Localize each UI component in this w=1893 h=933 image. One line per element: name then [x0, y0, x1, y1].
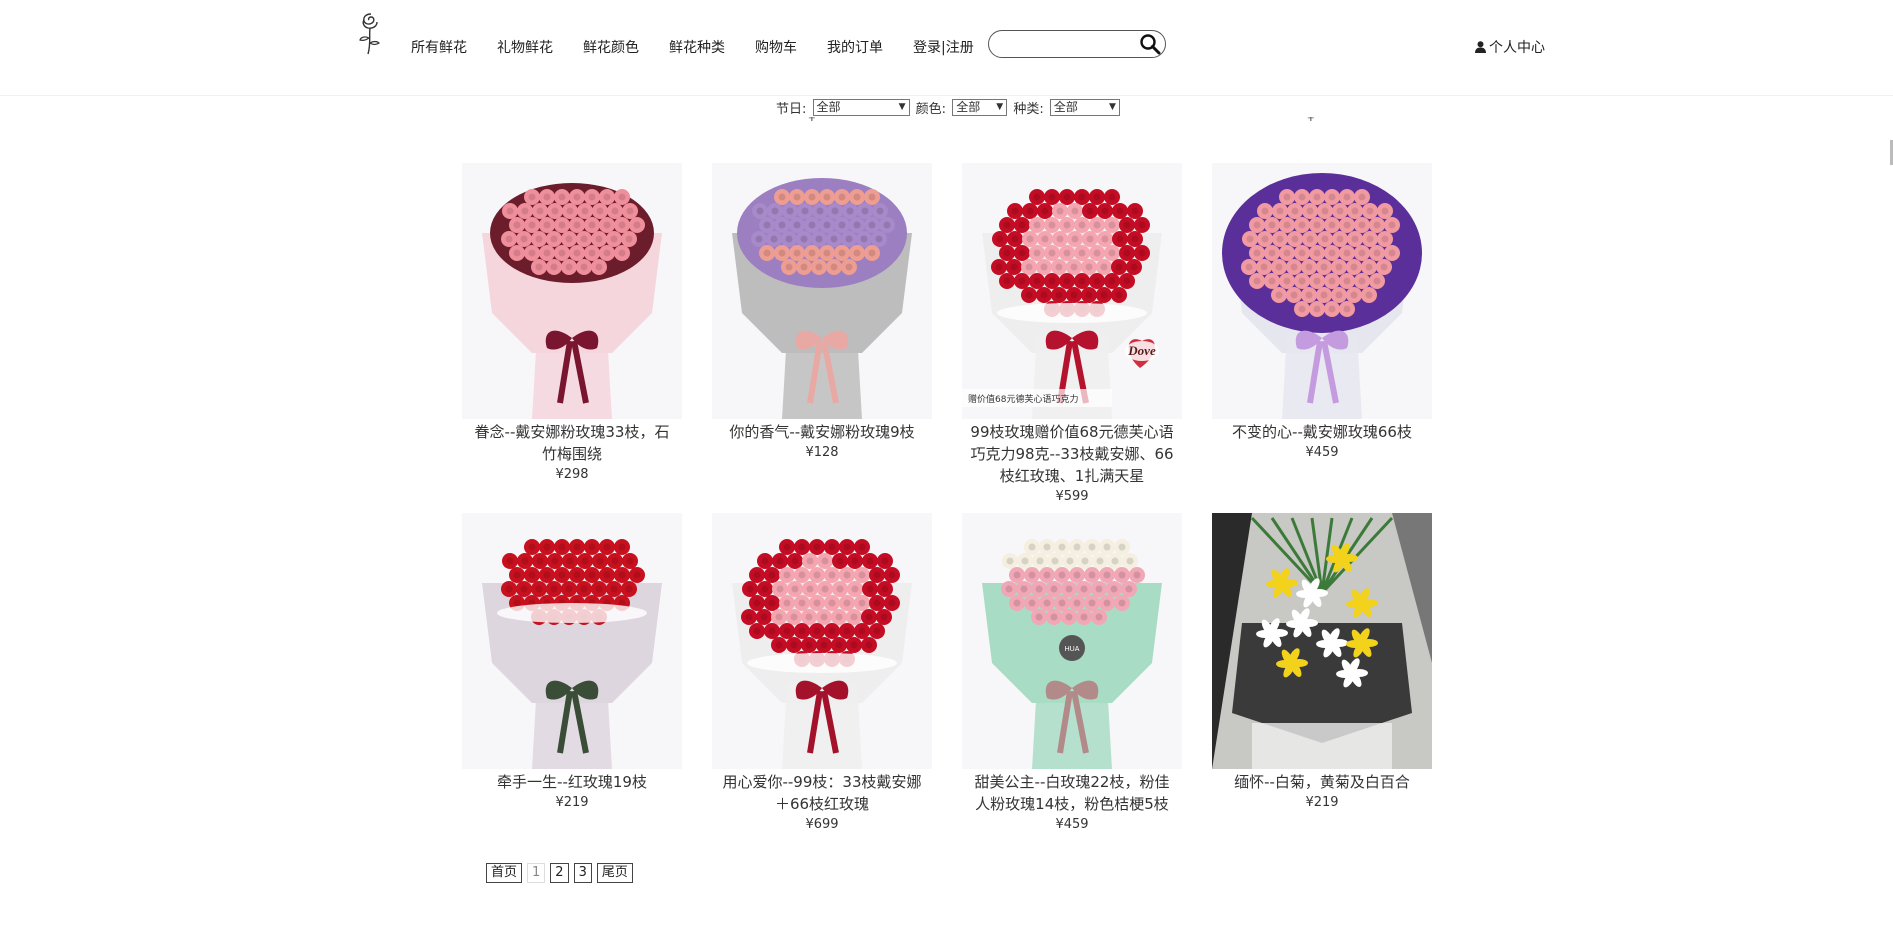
product-name[interactable]: 99枝玫瑰赠价值68元德芙心语巧克力98克--33枝戴安娜、66枝红玫瑰、1扎满… — [962, 421, 1182, 487]
product-card[interactable]: Dove 赠价值68元德芙心语巧克力 99枝玫瑰赠价值68元德芙心语巧克力98克-… — [962, 163, 1182, 507]
product-name[interactable]: 用心爱你--99枝：33枝戴安娜＋66枝红玫瑰 — [712, 771, 932, 815]
product-name[interactable]: 甜美公主--白玫瑰22枝，粉佳人粉玫瑰14枝，粉色桔梗5枝 — [962, 771, 1182, 815]
type-label: 种类: — [1013, 102, 1044, 117]
product-image[interactable] — [462, 163, 682, 419]
product-image[interactable] — [1212, 163, 1432, 419]
page-last[interactable]: 尾页 — [596, 863, 633, 883]
type-select[interactable]: 全部 ▼ — [1049, 99, 1120, 116]
scrolled-price-fragment: ¥ — [808, 117, 816, 124]
product-card[interactable]: HUA 甜美公主--白玫瑰22枝，粉佳人粉玫瑰14枝，粉色桔梗5枝 ¥459 — [962, 513, 1182, 835]
nav-flower-colors[interactable]: 鲜花颜色 — [583, 37, 639, 57]
pagination: 首页 1 2 3 尾页 — [486, 863, 638, 883]
user-icon — [1475, 41, 1486, 53]
search-box — [988, 30, 1166, 58]
rose-logo-icon[interactable] — [355, 10, 387, 56]
page-first[interactable]: 首页 — [486, 863, 523, 883]
search-input[interactable] — [999, 34, 1133, 56]
product-image[interactable] — [1212, 513, 1432, 769]
product-price: ¥298 — [555, 467, 589, 482]
product-image[interactable]: HUA — [962, 513, 1182, 769]
festival-label: 节日: — [776, 102, 807, 117]
product-name[interactable]: 眷念--戴安娜粉玫瑰33枝，石竹梅围绕 — [462, 421, 682, 465]
search-icon[interactable] — [1139, 33, 1161, 55]
product-price: ¥699 — [805, 817, 839, 832]
user-center-link[interactable]: 个人中心 — [1475, 37, 1545, 57]
color-label: 颜色: — [915, 102, 947, 117]
festival-select-value: 全部 — [816, 100, 841, 114]
product-name[interactable]: 牵手一生--红玫瑰19枝 — [462, 771, 682, 793]
color-select-value: 全部 — [956, 100, 981, 114]
page-2[interactable]: 2 — [550, 863, 569, 883]
product-image[interactable] — [712, 163, 932, 419]
festival-select[interactable]: 全部 ▼ — [812, 99, 910, 116]
wrap-brand-label: HUA — [1059, 635, 1085, 661]
page-3[interactable]: 3 — [573, 863, 592, 883]
type-select-value: 全部 — [1053, 100, 1078, 114]
user-center-label: 个人中心 — [1489, 40, 1545, 56]
product-image[interactable] — [462, 513, 682, 769]
nav-gift-flowers[interactable]: 礼物鲜花 — [497, 37, 553, 57]
product-card[interactable]: 缅怀--白菊，黄菊及白百合 ¥219 — [1212, 513, 1432, 813]
product-name[interactable]: 不变的心--戴安娜玫瑰66枝 — [1212, 421, 1432, 443]
product-price: ¥599 — [1055, 489, 1089, 504]
nav-flower-types[interactable]: 鲜花种类 — [669, 37, 725, 57]
product-name[interactable]: 缅怀--白菊，黄菊及白百合 — [1212, 771, 1432, 793]
product-name[interactable]: 你的香气--戴安娜粉玫瑰9枝 — [712, 421, 932, 443]
product-price: ¥219 — [555, 795, 589, 810]
dropdown-arrow-icon: ▼ — [996, 102, 1004, 112]
svg-text:Dove: Dove — [1127, 343, 1156, 358]
product-card[interactable]: 不变的心--戴安娜玫瑰66枝 ¥459 — [1212, 163, 1432, 463]
product-price: ¥459 — [1055, 817, 1089, 832]
svg-text:HUA: HUA — [1065, 646, 1080, 653]
filter-bar: 节日: 全部 ▼ 颜色: 全部 ▼ 种类: 全部 ▼ — [776, 98, 1122, 118]
nav-cart[interactable]: 购物车 — [755, 37, 797, 57]
product-card[interactable]: 你的香气--戴安娜粉玫瑰9枝 ¥128 — [712, 163, 932, 463]
product-image[interactable] — [712, 513, 932, 769]
product-card[interactable]: 眷念--戴安娜粉玫瑰33枝，石竹梅围绕 ¥298 — [462, 163, 682, 485]
product-price: ¥219 — [1305, 795, 1339, 810]
color-select[interactable]: 全部 ▼ — [952, 99, 1008, 116]
product-price: ¥128 — [805, 445, 839, 460]
product-card[interactable]: 牵手一生--红玫瑰19枝 ¥219 — [462, 513, 682, 813]
dropdown-arrow-icon: ▼ — [1108, 102, 1116, 112]
scrolled-price-fragment: ¥ — [1307, 117, 1315, 124]
product-price: ¥459 — [1305, 445, 1339, 460]
site-header: 所有鲜花 礼物鲜花 鲜花颜色 鲜花种类 购物车 我的订单 登录|注册 个人中心 — [0, 0, 1893, 96]
nav-my-orders[interactable]: 我的订单 — [827, 37, 883, 57]
product-card[interactable]: 用心爱你--99枝：33枝戴安娜＋66枝红玫瑰 ¥699 — [712, 513, 932, 835]
svg-text:赠价值68元德芙心语巧克力: 赠价值68元德芙心语巧克力 — [968, 393, 1078, 405]
nav-all-flowers[interactable]: 所有鲜花 — [411, 37, 467, 57]
nav-login-register[interactable]: 登录|注册 — [913, 37, 974, 57]
page-1[interactable]: 1 — [527, 863, 546, 883]
dropdown-arrow-icon: ▼ — [898, 102, 906, 112]
product-image[interactable]: Dove 赠价值68元德芙心语巧克力 — [962, 163, 1182, 419]
